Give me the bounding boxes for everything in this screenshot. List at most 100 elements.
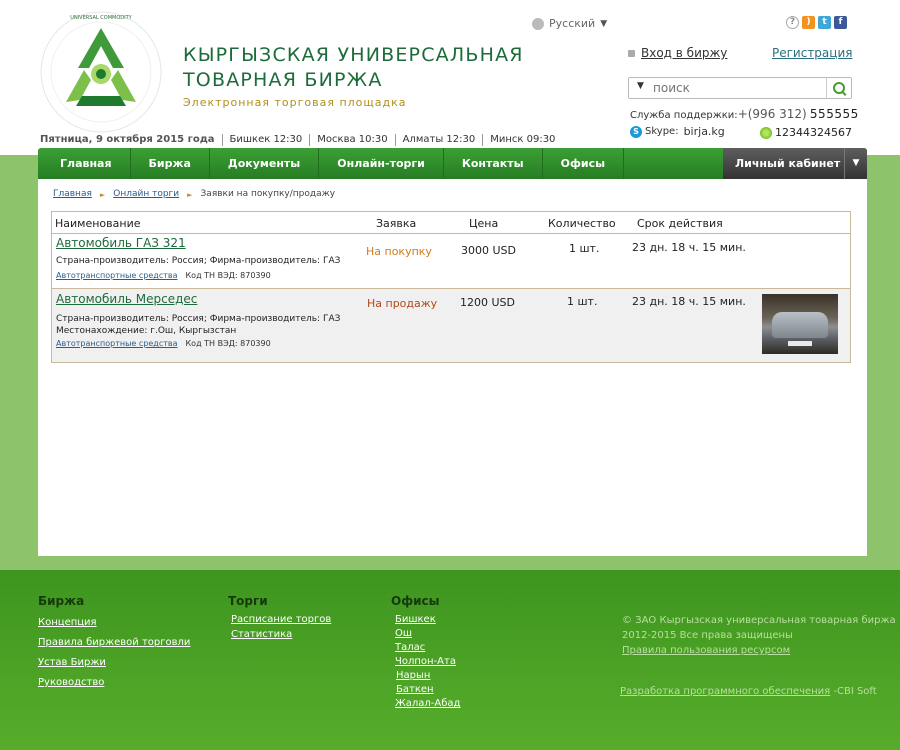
footer-link-office[interactable]: Талас: [395, 642, 460, 653]
support-info: Служба поддержки:+(996 312) 555555: [630, 107, 859, 121]
breadcrumb-current: Заявки на покупку/продажу: [200, 189, 336, 199]
date-time-bar: Пятница, 9 октября 2015 года Бишкек 12:3…: [40, 134, 562, 146]
column-header-term: Срок действия: [637, 217, 723, 230]
icq-icon: [760, 126, 772, 139]
breadcrumb-separator-icon: ►: [187, 191, 193, 199]
footer-copyright: © ЗАО Кыргызская универсальная товарная …: [622, 613, 896, 658]
product-code: Код ТН ВЭД: 870390: [185, 271, 271, 280]
column-header-order: Заявка: [376, 217, 417, 230]
icq-number: 12344324567: [775, 126, 852, 139]
site-title-line2: ТОВАРНАЯ БИРЖА: [183, 69, 383, 91]
svg-text:UNIVERSAL COMMODITY: UNIVERSAL COMMODITY: [70, 15, 132, 21]
footer-heading-offices: Офисы: [391, 594, 440, 608]
column-header-qty: Количество: [548, 217, 616, 230]
table-header: Наименование Заявка Цена Количество Срок…: [52, 212, 850, 234]
personal-cabinet-button[interactable]: Личный кабинет ▼: [723, 148, 867, 179]
site-subtitle: Электронная торговая площадка: [183, 96, 407, 109]
time-moscow: Москва 10:30: [309, 134, 394, 146]
column-header-price: Цена: [469, 217, 499, 230]
breadcrumb-separator-icon: ►: [99, 191, 106, 199]
footer-link-charter[interactable]: Устав Биржи: [38, 657, 190, 668]
current-date: Пятница, 9 октября 2015 года: [40, 134, 215, 145]
footer-link-concept[interactable]: Концепция: [38, 617, 190, 628]
search-dropdown-icon[interactable]: ▼: [637, 81, 644, 91]
product-category-row: Автотранспортные средства Код ТН ВЭД: 870…: [56, 271, 271, 280]
skype-info: S Skype: birja.kg: [630, 125, 725, 138]
table-row[interactable]: Автомобиль Мерседес Страна-производитель…: [52, 288, 850, 362]
search-input[interactable]: [651, 79, 825, 97]
nav-item-online-trading[interactable]: Онлайн-торги: [319, 148, 444, 179]
login-area: Вход в биржу: [628, 46, 727, 60]
login-link[interactable]: Вход в биржу: [641, 46, 727, 60]
footer-column-exchange: Биржа Концепция Правила биржевой торговл…: [38, 594, 190, 688]
language-selector[interactable]: Русский ▼: [532, 17, 607, 30]
footer-column-trading: Торги Расписание торгов Статистика: [228, 594, 331, 640]
register-link[interactable]: Регистрация: [772, 46, 852, 60]
nav-item-documents[interactable]: Документы: [210, 148, 320, 179]
personal-cabinet-label: Личный кабинет: [735, 157, 841, 170]
time-almaty: Алматы 12:30: [394, 134, 483, 146]
nav-item-home[interactable]: Главная: [38, 148, 131, 179]
quantity-cell: 1 шт.: [569, 242, 600, 255]
product-category-row: Автотранспортные средства Код ТН ВЭД: 870…: [56, 339, 271, 348]
breadcrumb: Главная ► Онлайн торги ► Заявки на покуп…: [53, 189, 335, 201]
site-title-line1: КЫРГЫЗСКАЯ УНИВЕРСАЛЬНАЯ: [183, 44, 524, 66]
product-details: Страна-производитель: Россия; Фирма-прои…: [56, 256, 341, 266]
order-type-buy: На покупку: [366, 245, 432, 258]
product-name-link[interactable]: Автомобиль ГАЗ 321: [56, 236, 186, 250]
footer-link-terms[interactable]: Правила пользования ресурсом: [622, 645, 790, 656]
breadcrumb-online-trading[interactable]: Онлайн торги: [113, 189, 179, 201]
footer-link-office[interactable]: Жалал-Абад: [395, 698, 460, 709]
social-icons: ? ) t f: [786, 16, 847, 29]
main-nav: Главная Биржа Документы Онлайн-торги Кон…: [38, 148, 867, 179]
support-phone: 555555: [809, 107, 859, 121]
table-row[interactable]: Автомобиль ГАЗ 321 Страна-производитель:…: [52, 234, 850, 287]
footer-link-office[interactable]: Бишкек: [395, 614, 460, 625]
facebook-icon[interactable]: f: [834, 16, 847, 29]
footer-link-trading-rules[interactable]: Правила биржевой торговли: [38, 637, 190, 648]
category-link[interactable]: Автотранспортные средства: [56, 271, 178, 280]
rss-icon[interactable]: ): [802, 16, 815, 29]
help-icon[interactable]: ?: [786, 16, 799, 29]
footer-link-management[interactable]: Руководство: [38, 677, 190, 688]
footer-link-statistics[interactable]: Статистика: [231, 629, 331, 640]
product-code: Код ТН ВЭД: 870390: [185, 339, 271, 348]
twitter-icon[interactable]: t: [818, 16, 831, 29]
footer-link-office[interactable]: Баткен: [396, 684, 460, 695]
footer-heading-trading: Торги: [228, 594, 268, 608]
copyright-line1: © ЗАО Кыргызская универсальная товарная …: [622, 615, 896, 626]
footer-link-office[interactable]: Ош: [395, 628, 460, 639]
register-area: Регистрация: [772, 46, 852, 60]
orders-table: Наименование Заявка Цена Количество Срок…: [51, 211, 851, 363]
globe-icon: [532, 17, 544, 30]
term-cell: 23 дн. 18 ч. 15 мин.: [632, 295, 746, 308]
exchange-logo[interactable]: UNIVERSAL COMMODITY: [36, 10, 166, 134]
support-phone-code: +(996 312): [737, 107, 807, 121]
search-box: ▼: [628, 77, 852, 99]
time-bishkek: Бишкек 12:30: [221, 134, 310, 146]
footer-link-schedule[interactable]: Расписание торгов: [231, 614, 331, 625]
skype-id: birja.kg: [683, 125, 725, 138]
developer-company: -CBI Soft: [833, 686, 877, 697]
footer-developer: Разработка программного обеспечения -CBI…: [620, 686, 877, 697]
breadcrumb-home[interactable]: Главная: [53, 189, 92, 201]
search-button[interactable]: [826, 78, 851, 98]
nav-item-contacts[interactable]: Контакты: [444, 148, 543, 179]
footer-column-offices: Офисы Бишкек Ош Талас Чолпон-Ата Нарын Б…: [391, 594, 460, 709]
product-location: Местонахождение: г.Ош, Кыргызстан: [56, 326, 237, 336]
language-label: Русский: [549, 17, 596, 30]
nav-item-exchange[interactable]: Биржа: [131, 148, 210, 179]
nav-item-offices[interactable]: Офисы: [543, 148, 625, 179]
footer-link-office[interactable]: Нарын: [396, 670, 460, 681]
term-cell: 23 дн. 18 ч. 15 мин.: [632, 241, 746, 254]
chevron-down-icon[interactable]: ▼: [844, 148, 867, 179]
quantity-cell: 1 шт.: [567, 295, 598, 308]
product-name-link[interactable]: Автомобиль Мерседес: [56, 292, 197, 306]
footer: Биржа Концепция Правила биржевой торговл…: [0, 570, 900, 750]
footer-link-office[interactable]: Чолпон-Ата: [395, 656, 460, 667]
category-link[interactable]: Автотранспортные средства: [56, 339, 178, 348]
footer-link-developer[interactable]: Разработка программного обеспечения: [620, 686, 830, 697]
price-cell: 1200 USD: [460, 296, 515, 309]
product-image-car[interactable]: [762, 294, 838, 354]
copyright-line2: 2012-2015 Все права защищены: [622, 630, 793, 641]
